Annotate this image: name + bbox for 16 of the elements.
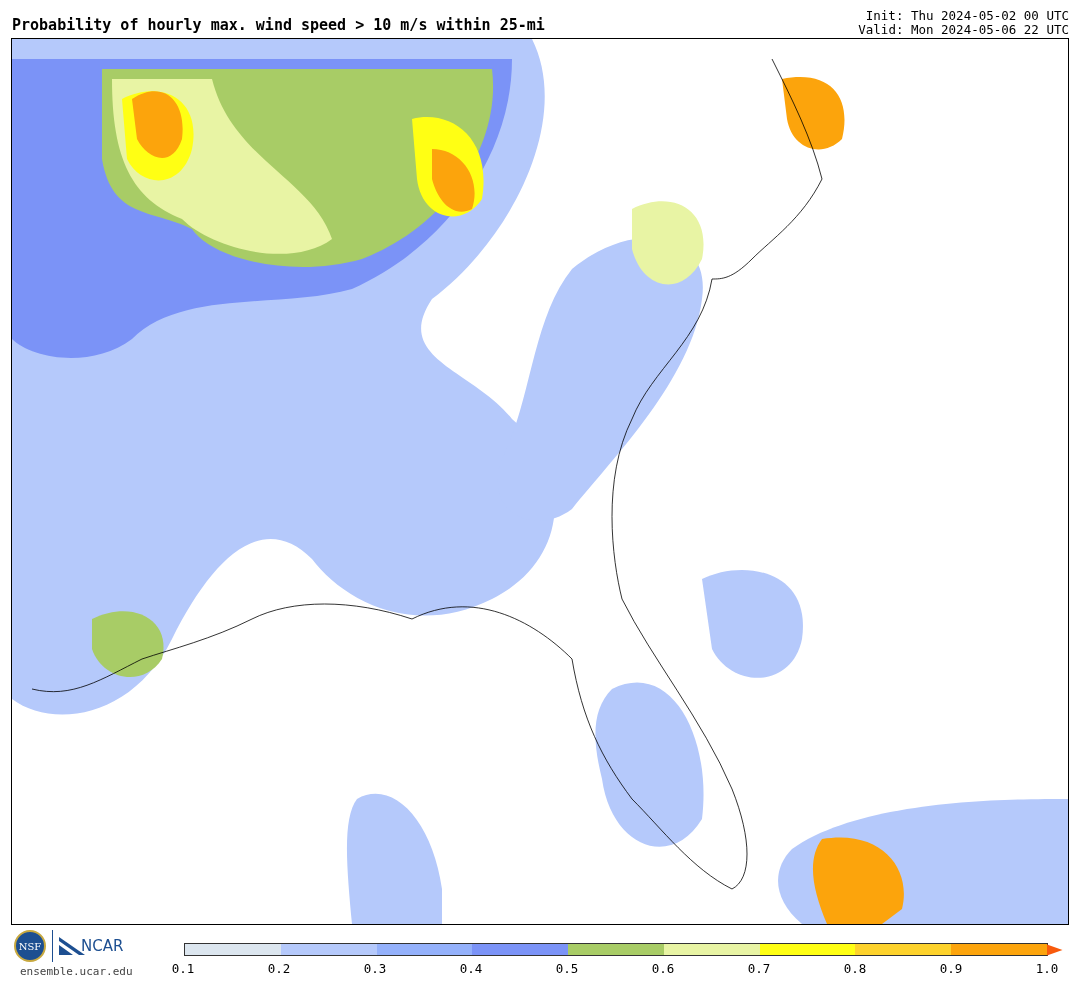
ncar-logo: NCAR (81, 937, 124, 955)
tick-label: 0.2 (266, 961, 292, 976)
tick-label: 1.0 (1034, 961, 1060, 976)
valid-time: Valid: Mon 2024-05-06 22 UTC (858, 23, 1069, 37)
tick-label: 0.6 (650, 961, 676, 976)
tick-label: 0.8 (842, 961, 868, 976)
chart-title: Probability of hourly max. wind speed > 10 m/s within 25-mi (12, 16, 545, 36)
tick-label: 0.4 (458, 961, 484, 976)
site-url: ensemble.ucar.edu (20, 965, 134, 978)
tick-label: 0.1 (170, 961, 196, 976)
tick-label: 0.9 (938, 961, 964, 976)
tick-label: 0.5 (554, 961, 580, 976)
tick-label: 0.7 (746, 961, 772, 976)
nsf-logo: NSF (14, 930, 46, 962)
init-time: Init: Thu 2024-05-02 00 UTC (864, 9, 1069, 23)
tick-label: 0.3 (362, 961, 388, 976)
